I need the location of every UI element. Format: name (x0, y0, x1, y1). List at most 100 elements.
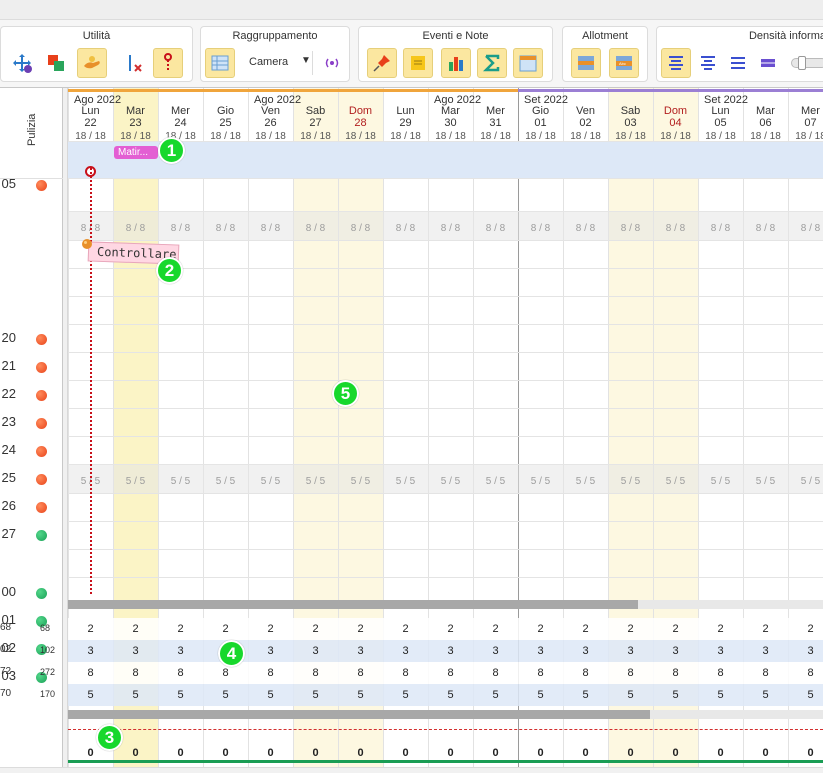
horizontal-scrollbar-upper[interactable] (68, 600, 823, 609)
density-compact-button[interactable] (723, 48, 753, 78)
bottom-bar (68, 760, 823, 763)
count-cell: 3 (582, 645, 589, 657)
cleaning-status-dot[interactable] (36, 474, 47, 485)
day-number: 06 (759, 117, 772, 129)
stats-button[interactable] (441, 48, 471, 78)
callout-badge: 2 (156, 257, 183, 284)
count-cell: 3 (447, 645, 454, 657)
align-full-icon (669, 56, 683, 70)
count-cell: 8 (177, 667, 184, 679)
horizontal-scrollbar-lower[interactable] (68, 710, 823, 719)
capacity-zero: 0 (537, 747, 544, 759)
swap-room-button[interactable] (41, 48, 71, 78)
allotment-label-button[interactable]: Abc (609, 48, 639, 78)
capacity-zero: 0 (312, 747, 319, 759)
density-full-button[interactable] (661, 48, 691, 78)
room-number[interactable]: 21 (0, 358, 16, 373)
today-marker-button[interactable] (153, 48, 183, 78)
capacity-zero: 0 (267, 747, 274, 759)
move-tool-button[interactable] (7, 48, 37, 78)
sticky-note-button[interactable] (403, 48, 433, 78)
grouping-list-button[interactable] (205, 48, 235, 78)
cleaning-status-dot[interactable] (36, 362, 47, 373)
room-number[interactable]: 27 (0, 526, 16, 541)
grouping-select[interactable]: Camera ▼ (241, 51, 313, 75)
count-cell: 5 (132, 689, 139, 701)
cleaning-status-dot[interactable] (36, 418, 47, 429)
density-slider-handle[interactable] (798, 56, 806, 70)
cleaning-status-dot[interactable] (36, 446, 47, 457)
day-number: 02 (579, 117, 592, 129)
count-cell: 3 (672, 645, 679, 657)
room-number[interactable]: 22 (0, 386, 16, 401)
room-number[interactable]: 05 (0, 176, 16, 191)
count-cell: 8 (222, 667, 229, 679)
density-medium-button[interactable] (693, 48, 723, 78)
allotment-button[interactable] (571, 48, 601, 78)
callout-badge: 3 (96, 724, 123, 751)
count-cell: 5 (672, 689, 679, 701)
room-number[interactable]: 25 (0, 470, 16, 485)
capacity-zero: 0 (177, 747, 184, 759)
count-cell: 2 (132, 623, 139, 635)
scrollbar-thumb[interactable] (68, 600, 638, 609)
count-cell: 2 (177, 623, 184, 635)
room-number[interactable]: 20 (0, 330, 16, 345)
total-value: 68 (40, 623, 51, 633)
cleaning-status-dot[interactable] (36, 180, 47, 191)
scrollbar-thumb[interactable] (68, 710, 650, 719)
swap-squares-icon (48, 55, 64, 71)
pulizia-header: Pulizia (26, 113, 38, 146)
day-name: Mar (441, 105, 460, 117)
calendar-view-button[interactable] (513, 48, 543, 78)
callout-badge: 4 (218, 640, 245, 667)
event-pill[interactable]: Matir... (114, 146, 158, 159)
count-cell: 8 (312, 667, 319, 679)
total-value: 68 (0, 622, 12, 633)
capacity-zero: 0 (762, 747, 769, 759)
today-line (90, 168, 92, 594)
room-number[interactable]: 24 (0, 442, 16, 457)
cleaning-status-dot[interactable] (36, 530, 47, 541)
grouping-select-value: Camera (249, 56, 289, 68)
cleaning-status-dot[interactable] (36, 334, 47, 345)
clear-line-icon (129, 55, 142, 72)
cleaning-status-dot[interactable] (36, 390, 47, 401)
capacity-zero: 0 (672, 747, 679, 759)
clear-marker-button[interactable] (119, 48, 149, 78)
handshake-button[interactable] (77, 48, 107, 78)
room-number[interactable]: 00 (0, 584, 16, 599)
cleaning-status-dot[interactable] (36, 502, 47, 513)
bottom-tabs (0, 767, 823, 773)
count-cell: 8 (672, 667, 679, 679)
count-cell: 2 (582, 623, 589, 635)
pin-note-button[interactable] (367, 48, 397, 78)
sigma-icon (482, 54, 500, 72)
count-cell: 8 (717, 667, 724, 679)
density-slider[interactable] (791, 56, 823, 70)
align-center-icon (701, 56, 715, 70)
count-cell: 5 (492, 689, 499, 701)
room-number[interactable]: 23 (0, 414, 16, 429)
count-cell: 2 (492, 623, 499, 635)
booking-grid[interactable]: Lun 22 18 / 18 Mar 23 18 / 18 Mer 24 18 / 18 Gio 2… (68, 88, 823, 773)
month-label: Ago 2022 (434, 94, 482, 106)
cleaning-status-dot[interactable] (36, 588, 47, 599)
month-bar-september (518, 89, 823, 92)
pushpin-icon (373, 55, 390, 72)
room-number[interactable]: 26 (0, 498, 16, 513)
count-cell: 2 (312, 623, 319, 635)
broadcast-button[interactable] (317, 48, 347, 78)
grid-line (68, 324, 823, 325)
count-cell: 3 (402, 645, 409, 657)
day-number: 23 (129, 117, 142, 129)
capacity-zero: 0 (402, 747, 409, 759)
total-value: 72 (0, 666, 12, 677)
sum-button[interactable] (477, 48, 507, 78)
count-cell: 3 (267, 645, 274, 657)
density-min-button[interactable] (753, 48, 783, 78)
total-value: 02 (0, 644, 12, 655)
allotment-text-icon: Abc (616, 56, 632, 70)
top-toolbar-strip (0, 0, 823, 20)
count-cell: 8 (132, 667, 139, 679)
